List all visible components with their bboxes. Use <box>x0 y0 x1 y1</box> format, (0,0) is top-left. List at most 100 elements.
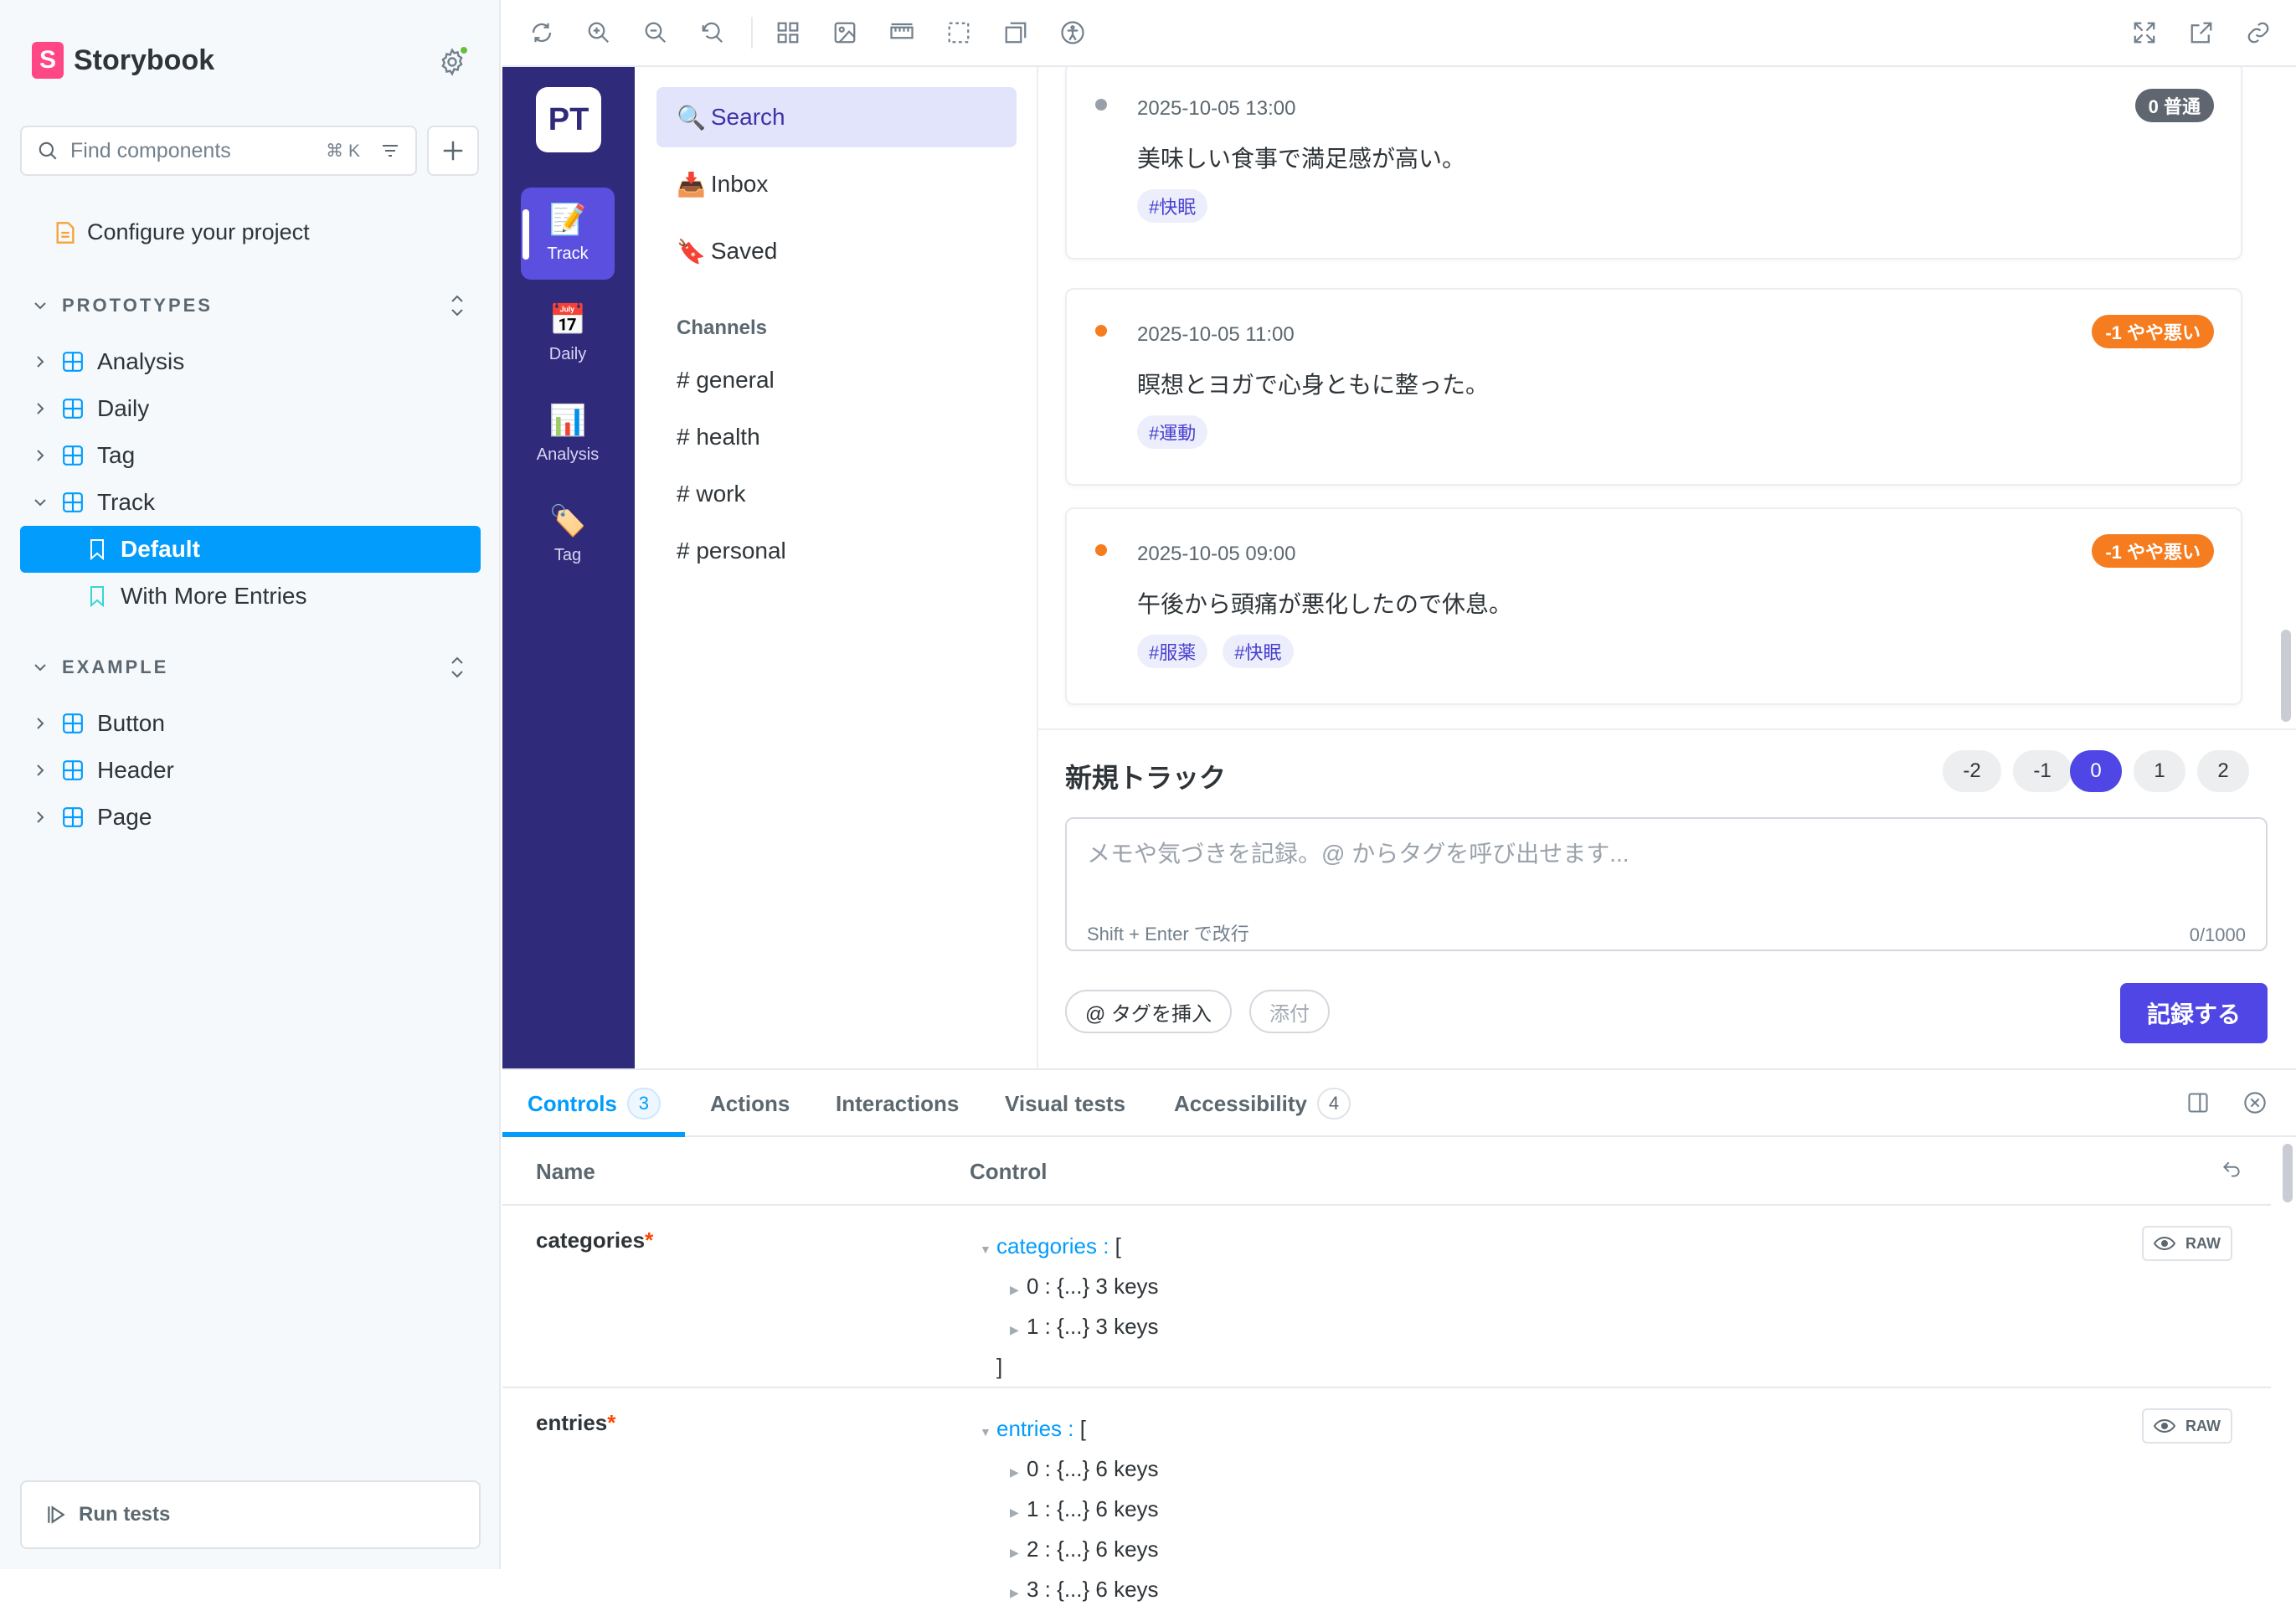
panel-layout-icon[interactable] <box>2184 1089 2212 1117</box>
controls-table-header: Name Control <box>502 1137 2271 1206</box>
tree-item-daily[interactable]: Daily <box>32 387 481 430</box>
chevron-right-icon <box>37 403 44 414</box>
tab-interactions[interactable]: Interactions <box>836 1070 959 1137</box>
score-option-selected[interactable]: 0 <box>2070 750 2122 792</box>
nav-inbox[interactable]: 📥 Inbox <box>656 154 1017 214</box>
entry-card[interactable]: 2025-10-05 13:00 0 普通 美味しい食事で満足感が高い。 #快眠 <box>1065 67 2242 260</box>
copy-link-icon[interactable] <box>2244 18 2273 47</box>
background-image-icon[interactable] <box>831 18 859 47</box>
tree-item-label: Tag <box>97 442 136 468</box>
zoom-reset-icon[interactable] <box>698 18 727 47</box>
run-tests-button[interactable]: Run tests <box>20 1480 481 1549</box>
rail-item-tag[interactable]: 🏷️ Tag <box>521 489 615 581</box>
settings-gear-icon[interactable] <box>437 45 469 77</box>
submit-record-button[interactable]: 記録する <box>2120 983 2268 1043</box>
score-option[interactable]: -1 <box>2013 750 2072 792</box>
configure-label: Configure your project <box>87 219 310 244</box>
json-key[interactable]: entries <box>996 1416 1062 1441</box>
fullscreen-icon[interactable] <box>2130 18 2159 47</box>
tree-item-track[interactable]: Track <box>32 481 481 524</box>
outline-icon[interactable] <box>945 18 973 47</box>
json-item[interactable]: 0 : {...} 6 keys <box>1027 1456 1159 1481</box>
rail-label: Tag <box>553 545 582 564</box>
reload-icon[interactable] <box>528 18 556 47</box>
story-default[interactable]: Default <box>20 526 481 573</box>
channel-work[interactable]: # work <box>677 481 745 507</box>
json-item[interactable]: 1 : {...} 3 keys <box>1027 1314 1159 1339</box>
score-option[interactable]: 1 <box>2134 750 2185 792</box>
storybook-logo[interactable]: S Storybook <box>32 42 214 79</box>
expand-collapse-icon[interactable] <box>447 653 467 682</box>
eye-icon <box>2154 1236 2175 1251</box>
memo-textarea[interactable]: メモや気づきを記録。@ からタグを呼び出せます... Shift + Enter… <box>1065 817 2268 951</box>
tag-chip[interactable]: #快眠 <box>1223 635 1294 668</box>
entry-card[interactable]: 2025-10-05 11:00 -1 やや悪い 瞑想とヨガで心身ともに整った。… <box>1065 288 2242 486</box>
json-item[interactable]: 0 : {...} 3 keys <box>1027 1274 1159 1299</box>
channel-general[interactable]: # general <box>677 367 775 394</box>
entry-feed[interactable]: 2025-10-05 13:00 0 普通 美味しい食事で満足感が高い。 #快眠… <box>1038 67 2296 728</box>
rail-item-track[interactable]: 📝 Track <box>521 188 615 280</box>
tag-chip[interactable]: #快眠 <box>1137 189 1208 223</box>
raw-toggle-button[interactable]: RAW <box>2142 1408 2232 1444</box>
tab-actions[interactable]: Actions <box>710 1070 790 1137</box>
entry-text: 午後から頭痛が悪化したので休息。 <box>1137 591 1513 617</box>
tree-item-header[interactable]: Header <box>32 749 481 792</box>
insert-tag-button[interactable]: @ タグを挿入 <box>1065 990 1233 1033</box>
addons-panel: Controls 3 Actions Interactions Visual t… <box>502 1068 2296 1602</box>
json-key[interactable]: categories <box>996 1233 1097 1258</box>
filter-icon[interactable] <box>380 141 400 161</box>
status-dot <box>459 45 469 55</box>
score-option[interactable]: -2 <box>1943 750 2001 792</box>
grid-icon[interactable] <box>774 18 802 47</box>
tree-item-analysis[interactable]: Analysis <box>32 340 481 383</box>
entry-card[interactable]: 2025-10-05 09:00 -1 やや悪い 午後から頭痛が悪化したので休息… <box>1065 507 2242 705</box>
app-logo[interactable]: PT <box>536 87 601 152</box>
accessibility-icon[interactable] <box>1058 18 1087 47</box>
measure-ruler-icon[interactable] <box>888 18 916 47</box>
viewport-icon[interactable] <box>1001 18 1030 47</box>
control-row-entries: entries* ▼ entries : [ ▶ 0 : {...} 6 keys … <box>502 1388 2271 1602</box>
score-option[interactable]: 2 <box>2197 750 2249 792</box>
search-icon <box>39 142 57 160</box>
tag-chip[interactable]: #運動 <box>1137 415 1208 449</box>
section-example[interactable]: EXAMPLE <box>32 653 467 682</box>
json-control[interactable]: ▼ entries : [ ▶ 0 : {...} 6 keys ▶ 1 : {...… <box>980 1410 1159 1611</box>
nav-saved[interactable]: 🔖 Saved <box>656 221 1017 281</box>
configure-project-link[interactable]: Configure your project <box>55 219 310 245</box>
attach-button[interactable]: 添付 <box>1249 990 1330 1033</box>
reset-controls-icon[interactable] <box>2217 1155 2246 1184</box>
close-panel-icon[interactable] <box>2241 1089 2269 1117</box>
json-item[interactable]: 1 : {...} 6 keys <box>1027 1496 1159 1521</box>
tab-accessibility[interactable]: Accessibility 4 <box>1174 1070 1351 1137</box>
component-icon <box>63 492 83 512</box>
tree-item-page[interactable]: Page <box>32 795 481 839</box>
add-story-button[interactable] <box>427 126 479 176</box>
feed-scrollbar[interactable] <box>2281 630 2291 722</box>
zoom-in-icon[interactable] <box>584 18 613 47</box>
story-with-more-entries[interactable]: With More Entries <box>20 573 481 620</box>
zoom-out-icon[interactable] <box>641 18 670 47</box>
nav-label: Search <box>710 104 785 130</box>
tree-item-tag[interactable]: Tag <box>32 434 481 477</box>
nav-search[interactable]: 🔍 Search <box>656 87 1017 147</box>
tree-item-button[interactable]: Button <box>32 702 481 745</box>
story-label: Default <box>121 536 200 562</box>
rail-item-analysis[interactable]: 📊 Analysis <box>521 389 615 481</box>
json-item[interactable]: 2 : {...} 6 keys <box>1027 1536 1159 1562</box>
json-control[interactable]: ▼ categories : [ ▶ 0 : {...} 3 keys ▶ 1 : {… <box>980 1228 1159 1385</box>
rail-item-daily[interactable]: 📅 Daily <box>521 288 615 380</box>
column-control: Control <box>970 1159 1048 1184</box>
json-item[interactable]: 3 : {...} 6 keys <box>1027 1577 1159 1602</box>
tag-chip[interactable]: #服薬 <box>1137 635 1208 668</box>
channel-personal[interactable]: # personal <box>677 538 786 564</box>
tab-controls[interactable]: Controls 3 <box>528 1070 661 1137</box>
search-input[interactable]: Find components ⌘ K <box>20 126 417 176</box>
chevron-down-icon <box>34 664 46 672</box>
open-new-tab-icon[interactable] <box>2187 18 2216 47</box>
panel-scrollbar[interactable] <box>2283 1144 2293 1202</box>
expand-collapse-icon[interactable] <box>447 291 467 320</box>
section-prototypes[interactable]: PROTOTYPES <box>32 291 467 320</box>
tab-visual-tests[interactable]: Visual tests <box>1005 1070 1125 1137</box>
channel-health[interactable]: # health <box>677 424 760 450</box>
raw-toggle-button[interactable]: RAW <box>2142 1226 2232 1261</box>
